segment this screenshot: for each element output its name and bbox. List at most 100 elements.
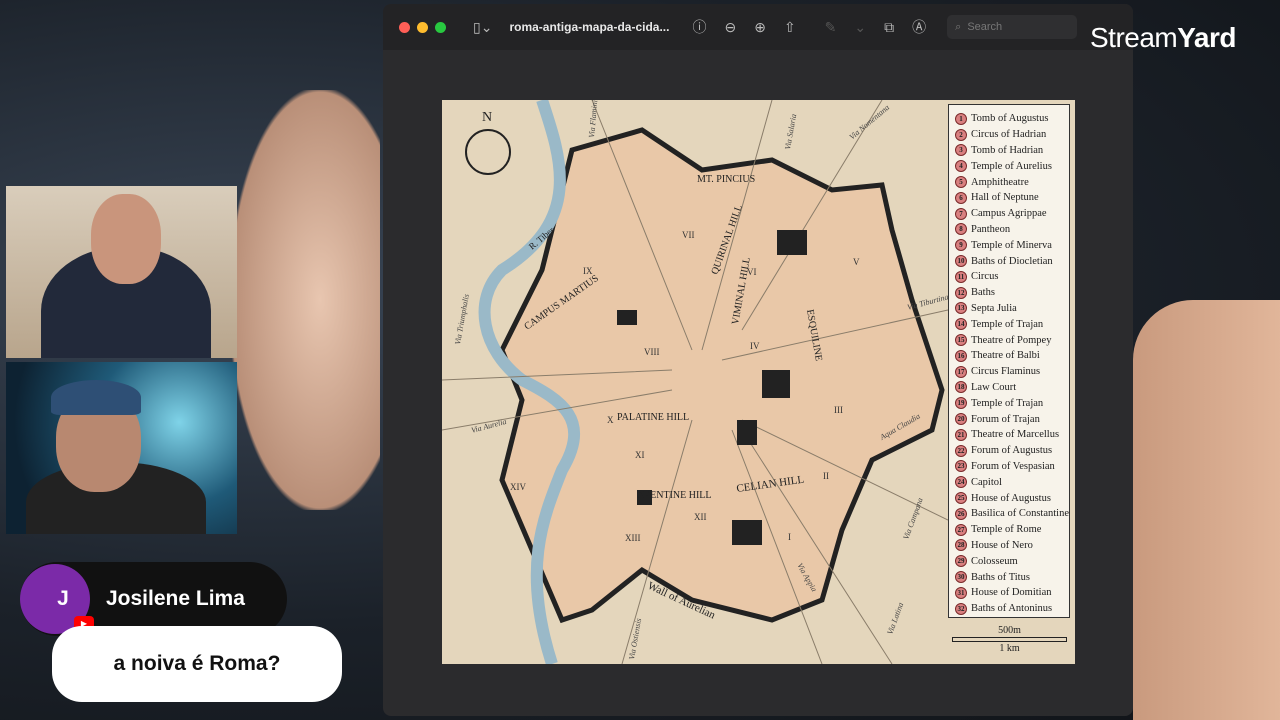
legend-number: 27 (955, 523, 967, 536)
zoom-in-icon[interactable]: ⊕ (754, 19, 766, 36)
legend-label: Baths of Antoninus (971, 603, 1053, 615)
map-drawing: N MT. PINCIUS QUIRINAL HILL VIMINAL HILL… (442, 100, 948, 664)
scale-bar: 500m 1 km (952, 625, 1067, 654)
road-label: Via Latina (885, 601, 905, 635)
legend-number: 3 (955, 144, 967, 157)
legend-item: 21 Theatre of Marcellus (955, 427, 1065, 443)
legend-item: 25 House of Augustus (955, 490, 1065, 506)
sidebar-toggle-icon[interactable]: ▯⌄ (473, 19, 492, 36)
zoom-out-icon[interactable]: ⊖ (724, 19, 736, 36)
region-label: IX (583, 266, 593, 276)
legend-number: 12 (955, 286, 967, 299)
map-legend: 1 Tomb of Augustus 2 Circus of Hadrian 3 Tomb… (948, 104, 1070, 618)
streamyard-logo: StreamYard (1090, 22, 1236, 53)
region-label: VIII (644, 347, 660, 357)
avatar: J ▶ (20, 564, 94, 634)
window-title: roma-antiga-mapa-da-cida... (509, 20, 670, 34)
legend-item: 17 Circus Flaminus (955, 364, 1065, 380)
legend-label: Baths of Titus (971, 571, 1030, 583)
region-label: XII (694, 512, 707, 522)
legend-number: 14 (955, 318, 967, 331)
legend-item: 4 Temple of Aurelius (955, 158, 1065, 174)
region-label: I (788, 532, 791, 542)
legend-number: 30 (955, 571, 967, 583)
north-label: N (482, 110, 492, 125)
legend-number: 21 (955, 428, 967, 441)
webcam-participant-1 (6, 186, 237, 358)
legend-label: Amphitheatre (971, 176, 1029, 188)
legend-label: Hall of Neptune (971, 192, 1039, 204)
chevron-down-icon[interactable]: ⌄ (854, 19, 866, 36)
legend-number: 24 (955, 476, 967, 489)
legend-number: 25 (955, 492, 967, 505)
legend-label: Theatre of Pompey (971, 334, 1052, 346)
legend-number: 32 (955, 602, 967, 615)
legend-number: 7 (955, 207, 967, 220)
map-label: PALATINE HILL (617, 412, 689, 423)
markup-icon[interactable]: Ⓐ (912, 17, 926, 37)
legend-item: 2 Circus of Hadrian (955, 127, 1065, 143)
legend-number: 15 (955, 334, 967, 347)
legend-number: 23 (955, 460, 967, 473)
legend-item: 11 Circus (955, 269, 1065, 285)
legend-number: 22 (955, 444, 967, 457)
region-label: X (607, 415, 614, 425)
legend-item: 31 House of Domitian (955, 585, 1065, 601)
legend-label: Tomb of Augustus (971, 113, 1049, 125)
legend-item: 13 Septa Julia (955, 301, 1065, 317)
legend-number: 31 (955, 586, 967, 599)
region-label: IV (750, 341, 760, 351)
region-label: VI (747, 267, 757, 277)
info-icon[interactable]: ⓘ (692, 17, 706, 37)
legend-item: 29 Colosseum (955, 553, 1065, 569)
legend-number: 11 (955, 270, 967, 283)
legend-label: Law Court (971, 381, 1017, 393)
road-label: Via Nomentana (848, 103, 892, 142)
legend-item: 32 Baths of Antoninus (955, 601, 1065, 617)
rotate-icon[interactable]: ⧉ (884, 19, 894, 36)
legend-label: Temple of Trajan (971, 397, 1044, 409)
road-label: Via Aurelia (470, 417, 507, 435)
legend-number: 18 (955, 381, 967, 394)
legend-number: 29 (955, 555, 967, 568)
legend-label: House of Augustus (971, 492, 1051, 504)
road-label: Via Campana (901, 497, 924, 541)
region-label: XIV (510, 482, 526, 492)
legend-item: 9 Temple of Minerva (955, 237, 1065, 253)
legend-number: 28 (955, 539, 967, 552)
search-icon: ⌕ (955, 20, 962, 33)
legend-item: 7 Campus Agrippae (955, 206, 1065, 222)
legend-label: Theatre of Marcellus (971, 429, 1060, 441)
region-label: V (853, 257, 860, 267)
legend-item: 1 Tomb of Augustus (955, 111, 1065, 127)
legend-number: 17 (955, 365, 967, 378)
region-label: XI (635, 450, 645, 460)
legend-label: House of Domitian (971, 587, 1052, 599)
legend-item: 24 Capitol (955, 474, 1065, 490)
legend-label: Basilica of Constantine (971, 508, 1069, 520)
legend-item: 22 Forum of Augustus (955, 443, 1065, 459)
minimize-button[interactable] (417, 21, 428, 33)
legend-label: Temple of Minerva (971, 239, 1052, 251)
hand-graphic-right (1133, 300, 1280, 720)
legend-item: 3 Tomb of Hadrian (955, 143, 1065, 159)
share-icon[interactable]: ⇧ (784, 19, 796, 36)
legend-label: Tomb of Hadrian (971, 144, 1044, 156)
legend-label: Pantheon (971, 223, 1011, 235)
close-button[interactable] (399, 21, 410, 33)
markup-pen-icon[interactable]: ✎ (825, 19, 837, 36)
legend-number: 1 (955, 112, 967, 125)
legend-item: 15 Theatre of Pompey (955, 332, 1065, 348)
legend-label: Colosseum (971, 555, 1018, 567)
legend-label: Circus Flaminus (971, 366, 1041, 378)
legend-number: 10 (955, 255, 967, 268)
zoom-button[interactable] (435, 21, 446, 33)
legend-number: 9 (955, 239, 967, 252)
legend-number: 8 (955, 223, 967, 236)
legend-item: 16 Theatre of Balbi (955, 348, 1065, 364)
legend-label: Theatre of Balbi (971, 350, 1040, 362)
legend-label: Forum of Vespasian (971, 460, 1055, 472)
search-input[interactable]: ⌕ Search (947, 15, 1078, 39)
legend-label: Circus of Hadrian (971, 129, 1047, 141)
road-label: Via Flaminia (587, 100, 600, 138)
